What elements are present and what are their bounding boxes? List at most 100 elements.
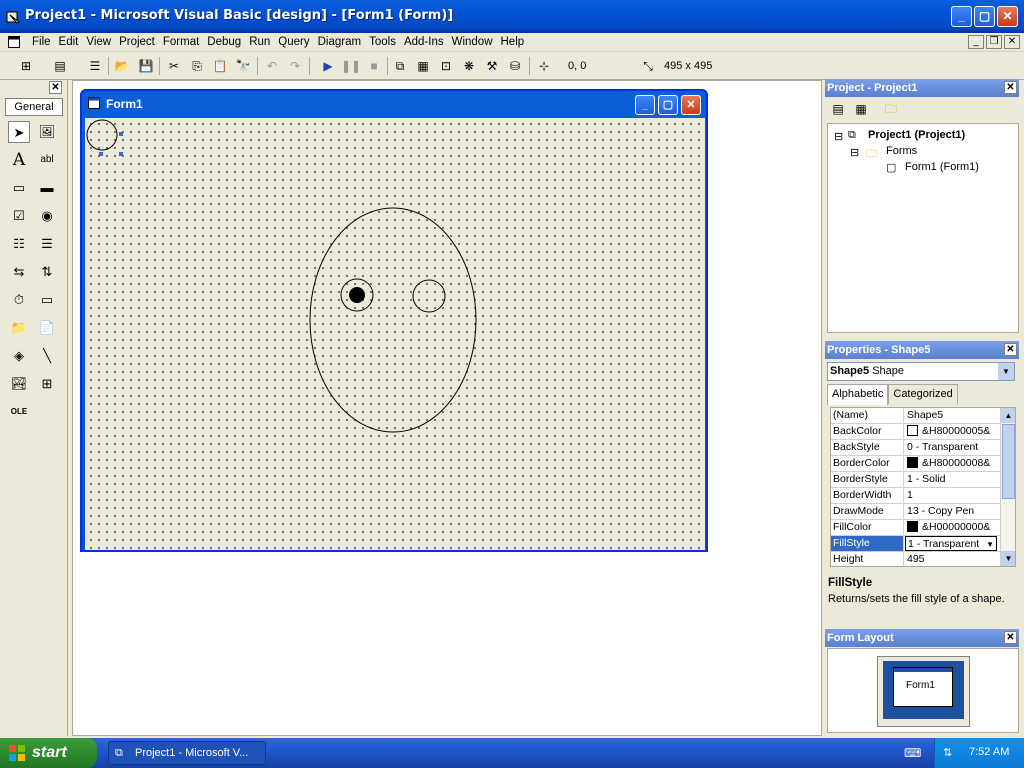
property-row-selected[interactable]: FillStyle 1 - Transparent ▼	[831, 536, 1015, 552]
property-row[interactable]: BorderColor &H80000008&	[831, 456, 1015, 472]
open-project-icon[interactable]: 📂	[112, 57, 132, 75]
form-maximize-button[interactable]: ▢	[658, 95, 678, 115]
start-button[interactable]: start	[0, 738, 97, 768]
frame-tool-icon[interactable]: ▭	[8, 177, 30, 199]
property-row[interactable]: BorderStyle 1 - Solid	[831, 472, 1015, 488]
property-row[interactable]: (Name) Shape5	[831, 408, 1015, 424]
redo-icon[interactable]: ↷	[285, 57, 305, 75]
menu-format[interactable]: Format	[159, 35, 203, 50]
properties-scrollbar[interactable]: ▲ ▼	[1000, 408, 1015, 566]
data-view-icon[interactable]: ⛁	[505, 57, 525, 75]
property-value[interactable]: 1 - Solid	[905, 472, 1001, 487]
property-value-cell[interactable]: &H00000000&	[905, 520, 1001, 535]
property-row[interactable]: BackStyle 0 - Transparent	[831, 440, 1015, 456]
dirlistbox-tool-icon[interactable]: 📁	[8, 317, 30, 339]
chevron-down-icon[interactable]: ▼	[998, 363, 1014, 380]
scroll-up-icon[interactable]: ▲	[1001, 408, 1015, 423]
view-object-icon[interactable]: ▦	[851, 100, 871, 118]
menu-tools[interactable]: Tools	[365, 35, 400, 50]
view-code-icon[interactable]: ▤	[828, 100, 848, 118]
tree-collapse-icon[interactable]: ⊟	[850, 146, 859, 159]
tree-form1-item[interactable]: Form1 (Form1)	[905, 161, 979, 173]
clock[interactable]: 7:52 AM	[969, 746, 1009, 758]
property-value[interactable]: 495	[905, 552, 1001, 566]
pointer-tool-icon[interactable]: ➤	[8, 121, 30, 143]
property-row[interactable]: DrawMode 13 - Copy Pen	[831, 504, 1015, 520]
toggle-folders-icon[interactable]: 🗀	[881, 100, 901, 118]
child-restore-button[interactable]: ❐	[986, 35, 1002, 49]
ole-tool-icon[interactable]: OLE	[8, 401, 30, 423]
object-browser-icon[interactable]: ❋	[459, 57, 479, 75]
menu-add-ins[interactable]: Add-Ins	[400, 35, 448, 50]
project-panel-close-icon[interactable]: ✕	[1004, 81, 1017, 94]
form-layout-icon[interactable]: ⊡	[436, 57, 456, 75]
right-eye-shape[interactable]	[412, 279, 446, 313]
add-project-icon[interactable]: ⊞	[16, 57, 36, 75]
property-row[interactable]: BackColor &H80000005&	[831, 424, 1015, 440]
menu-help[interactable]: Help	[497, 35, 529, 50]
copy-icon[interactable]: ⎘	[187, 57, 207, 75]
menu-view[interactable]: View	[82, 35, 115, 50]
menu-run[interactable]: Run	[245, 35, 274, 50]
filelistbox-tool-icon[interactable]: 📄	[36, 317, 58, 339]
object-selector-combo[interactable]: Shape5 Shape ▼	[827, 362, 1015, 381]
form-child-icon[interactable]	[8, 36, 20, 48]
tree-collapse-icon[interactable]: ⊟	[834, 130, 843, 143]
toolbox-close-icon[interactable]: ✕	[49, 81, 62, 94]
undo-icon[interactable]: ↶	[262, 57, 282, 75]
add-form-icon[interactable]: ▤	[50, 57, 70, 75]
tab-alphabetic[interactable]: Alphabetic	[827, 384, 889, 405]
timer-tool-icon[interactable]: ⏱	[8, 289, 30, 311]
image-tool-icon[interactable]: 🏞	[8, 373, 30, 395]
menu-window[interactable]: Window	[448, 35, 497, 50]
child-minimize-button[interactable]: _	[968, 35, 984, 49]
property-value[interactable]: 13 - Copy Pen	[905, 504, 1001, 519]
menu-diagram[interactable]: Diagram	[314, 35, 365, 50]
data-tool-icon[interactable]: ⊞	[36, 373, 58, 395]
hscrollbar-tool-icon[interactable]: ⇆	[8, 261, 30, 283]
paste-icon[interactable]: 📋	[210, 57, 230, 75]
property-value-cell[interactable]: &H80000005&	[905, 424, 1001, 439]
selection-handle[interactable]	[119, 132, 123, 136]
line-tool-icon[interactable]: ╲	[36, 345, 58, 367]
scroll-thumb[interactable]	[1002, 424, 1015, 499]
property-row[interactable]: FillColor &H00000000&	[831, 520, 1015, 536]
commandbutton-tool-icon[interactable]: ▬	[36, 177, 58, 199]
selected-shape-circle[interactable]	[86, 119, 118, 151]
find-icon[interactable]: 🔭	[233, 57, 253, 75]
optionbutton-tool-icon[interactable]: ◉	[36, 205, 58, 227]
cut-icon[interactable]: ✂	[164, 57, 184, 75]
selection-handle[interactable]	[99, 152, 103, 156]
vscrollbar-tool-icon[interactable]: ⇅	[36, 261, 58, 283]
menu-file[interactable]: File	[28, 35, 55, 50]
scroll-down-icon[interactable]: ▼	[1001, 551, 1015, 566]
textbox-tool-icon[interactable]: abl	[36, 149, 58, 171]
network-icon[interactable]: ⇅	[943, 746, 952, 759]
form-minimize-button[interactable]: _	[635, 95, 655, 115]
shape-tool-icon[interactable]: ◈	[8, 345, 30, 367]
form-design-surface[interactable]	[85, 118, 705, 550]
maximize-button[interactable]: ▢	[974, 6, 995, 27]
close-button[interactable]: ✕	[997, 6, 1018, 27]
minimize-button[interactable]: _	[951, 6, 972, 27]
form-close-button[interactable]: ✕	[681, 95, 701, 115]
menu-edit[interactable]: Edit	[55, 35, 83, 50]
picturebox-tool-icon[interactable]: 🖼	[36, 121, 58, 143]
save-project-icon[interactable]: 💾	[136, 57, 156, 75]
project-explorer-icon[interactable]: ⧉	[390, 57, 410, 75]
toolbox-general-tab[interactable]: General	[5, 98, 63, 116]
start-icon[interactable]: ▶	[318, 57, 338, 75]
drivelistbox-tool-icon[interactable]: ▭	[36, 289, 58, 311]
form-layout-close-icon[interactable]: ✕	[1004, 631, 1017, 644]
property-row[interactable]: Height 495	[831, 552, 1015, 566]
property-value[interactable]: 1	[905, 488, 1001, 503]
properties-panel-close-icon[interactable]: ✕	[1004, 343, 1017, 356]
property-value[interactable]: 0 - Transparent	[905, 440, 1001, 455]
tab-categorized[interactable]: Categorized	[888, 384, 958, 404]
menu-debug[interactable]: Debug	[203, 35, 245, 50]
selection-handle[interactable]	[119, 152, 123, 156]
toolbox-icon[interactable]: ⚒	[482, 57, 502, 75]
properties-window-icon[interactable]: ▦	[413, 57, 433, 75]
menu-editor-icon[interactable]: ☰	[85, 57, 105, 75]
tree-forms-folder[interactable]: Forms	[886, 145, 917, 157]
